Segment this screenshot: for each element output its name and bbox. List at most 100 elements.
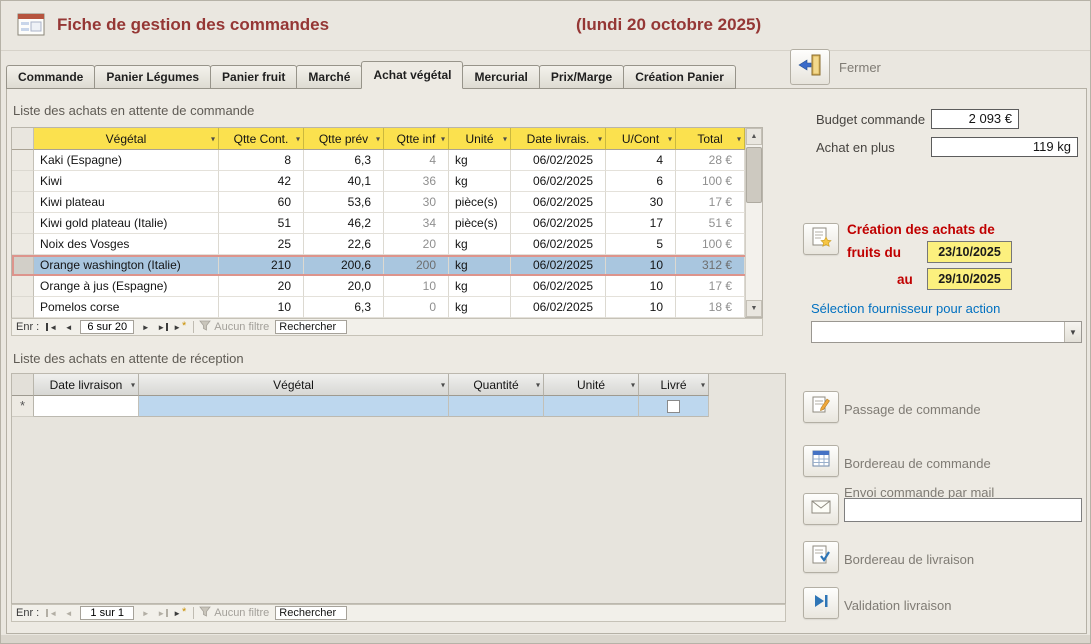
tab-mercurial[interactable]: Mercurial: [462, 65, 539, 89]
tab-achat-v-g-tal[interactable]: Achat végétal: [361, 61, 463, 89]
table-cell[interactable]: 46,2: [304, 213, 384, 234]
table-cell[interactable]: kg: [449, 276, 511, 297]
achat-en-plus-field[interactable]: 119 kg: [931, 137, 1078, 157]
tab-prix-marge[interactable]: Prix/Marge: [539, 65, 624, 89]
mail-address-input[interactable]: [844, 498, 1082, 522]
record-position-box[interactable]: [80, 606, 134, 620]
column-header[interactable]: Date livraison▾: [34, 374, 139, 396]
table-cell[interactable]: 10: [219, 297, 304, 318]
column-header[interactable]: Qtte Cont.▾: [219, 128, 304, 150]
column-header[interactable]: Végétal▾: [34, 128, 219, 150]
table-cell[interactable]: kg: [449, 297, 511, 318]
table-cell[interactable]: Kaki (Espagne): [34, 150, 219, 171]
new-record-row[interactable]: *: [12, 396, 785, 417]
table-cell[interactable]: 20,0: [304, 276, 384, 297]
column-header[interactable]: Total▾: [676, 128, 745, 150]
select-all-corner[interactable]: [12, 128, 34, 150]
table-cell[interactable]: 06/02/2025: [511, 297, 606, 318]
column-dropdown-icon[interactable]: ▾: [598, 134, 602, 143]
table-cell[interactable]: 0: [384, 297, 449, 318]
bordereau-livraison-button[interactable]: [803, 541, 839, 573]
next-record-button[interactable]: ►: [137, 606, 154, 620]
table-cell[interactable]: 06/02/2025: [511, 255, 606, 276]
table-row[interactable]: Orange à jus (Espagne)2020,010kg06/02/20…: [12, 276, 762, 297]
table-cell[interactable]: Pomelos corse: [34, 297, 219, 318]
column-header[interactable]: Qtte inf▾: [384, 128, 449, 150]
table-cell[interactable]: 25: [219, 234, 304, 255]
column-header[interactable]: Livré▾: [639, 374, 709, 396]
table-cell[interactable]: [639, 396, 709, 417]
search-input[interactable]: [275, 606, 347, 620]
table-cell[interactable]: 6,3: [304, 150, 384, 171]
tab-march-[interactable]: Marché: [296, 65, 362, 89]
table-cell[interactable]: 4: [606, 150, 676, 171]
table-cell[interactable]: Kiwi gold plateau (Italie): [34, 213, 219, 234]
table-cell[interactable]: 06/02/2025: [511, 150, 606, 171]
tab-cr-ation-panier[interactable]: Création Panier: [623, 65, 736, 89]
table-cell[interactable]: 10: [384, 276, 449, 297]
table-cell[interactable]: Orange washington (Italie): [34, 255, 219, 276]
scroll-down-icon[interactable]: ▼: [746, 300, 762, 317]
column-header[interactable]: Végétal▾: [139, 374, 449, 396]
column-dropdown-icon[interactable]: ▾: [668, 134, 672, 143]
column-dropdown-icon[interactable]: ▾: [211, 134, 215, 143]
table-cell[interactable]: 210: [219, 255, 304, 276]
table-row[interactable]: Orange washington (Italie)210200,6200kg0…: [12, 255, 762, 276]
bordereau-commande-button[interactable]: [803, 445, 839, 477]
row-selector[interactable]: [12, 213, 34, 234]
filter-status-label[interactable]: Aucun filtre: [214, 607, 269, 619]
table-row[interactable]: Kaki (Espagne)86,34kg06/02/2025428 €: [12, 150, 762, 171]
table-cell[interactable]: 06/02/2025: [511, 234, 606, 255]
create-purchases-button[interactable]: [803, 223, 839, 255]
table-cell[interactable]: Noix des Vosges: [34, 234, 219, 255]
passage-commande-button[interactable]: [803, 391, 839, 423]
table-cell[interactable]: 200: [384, 255, 449, 276]
row-selector[interactable]: [12, 171, 34, 192]
table-cell[interactable]: 10: [606, 255, 676, 276]
select-all-corner[interactable]: [12, 374, 34, 396]
column-dropdown-icon[interactable]: ▾: [503, 134, 507, 143]
table-cell[interactable]: 20: [219, 276, 304, 297]
column-header[interactable]: U/Cont▾: [606, 128, 676, 150]
tab-commande[interactable]: Commande: [6, 65, 95, 89]
table-cell[interactable]: 200,6: [304, 255, 384, 276]
table-cell[interactable]: 30: [384, 192, 449, 213]
table-cell[interactable]: 312 €: [676, 255, 745, 276]
tab-panier-fruit[interactable]: Panier fruit: [210, 65, 297, 89]
table-cell[interactable]: 53,6: [304, 192, 384, 213]
column-dropdown-icon[interactable]: ▾: [631, 380, 635, 389]
table-cell[interactable]: pièce(s): [449, 192, 511, 213]
validation-livraison-button[interactable]: [803, 587, 839, 619]
table-cell[interactable]: 42: [219, 171, 304, 192]
previous-record-button[interactable]: ◄: [60, 320, 77, 334]
table-cell[interactable]: [34, 396, 139, 417]
table-row[interactable]: Kiwi4240,136kg06/02/20256100 €: [12, 171, 762, 192]
row-selector[interactable]: [12, 192, 34, 213]
table-cell[interactable]: kg: [449, 171, 511, 192]
table-row[interactable]: Kiwi plateau6053,630pièce(s)06/02/202530…: [12, 192, 762, 213]
column-dropdown-icon[interactable]: ▾: [131, 380, 135, 389]
table-cell[interactable]: 10: [606, 276, 676, 297]
column-dropdown-icon[interactable]: ▾: [536, 380, 540, 389]
new-record-button[interactable]: ►*: [171, 606, 188, 620]
table-cell[interactable]: [544, 396, 639, 417]
search-input[interactable]: [275, 320, 347, 334]
table-cell[interactable]: 10: [606, 297, 676, 318]
table-cell[interactable]: 6,3: [304, 297, 384, 318]
table-row[interactable]: Pomelos corse106,30kg06/02/20251018 €: [12, 297, 762, 318]
table-row[interactable]: Kiwi gold plateau (Italie)5146,234pièce(…: [12, 213, 762, 234]
table-cell[interactable]: 22,6: [304, 234, 384, 255]
table-cell[interactable]: 51: [219, 213, 304, 234]
table-cell[interactable]: 28 €: [676, 150, 745, 171]
table-row[interactable]: Noix des Vosges2522,620kg06/02/20255100 …: [12, 234, 762, 255]
last-record-button[interactable]: ►: [154, 320, 171, 334]
tab-panier-l-gumes[interactable]: Panier Légumes: [94, 65, 211, 89]
combo-dropdown-icon[interactable]: ▼: [1064, 322, 1081, 342]
row-selector[interactable]: [12, 255, 34, 276]
table-cell[interactable]: kg: [449, 255, 511, 276]
table-cell[interactable]: 17 €: [676, 276, 745, 297]
table-cell[interactable]: [449, 396, 544, 417]
scroll-up-icon[interactable]: ▲: [746, 128, 762, 145]
table-cell[interactable]: 17 €: [676, 192, 745, 213]
envoi-mail-button[interactable]: [803, 493, 839, 525]
